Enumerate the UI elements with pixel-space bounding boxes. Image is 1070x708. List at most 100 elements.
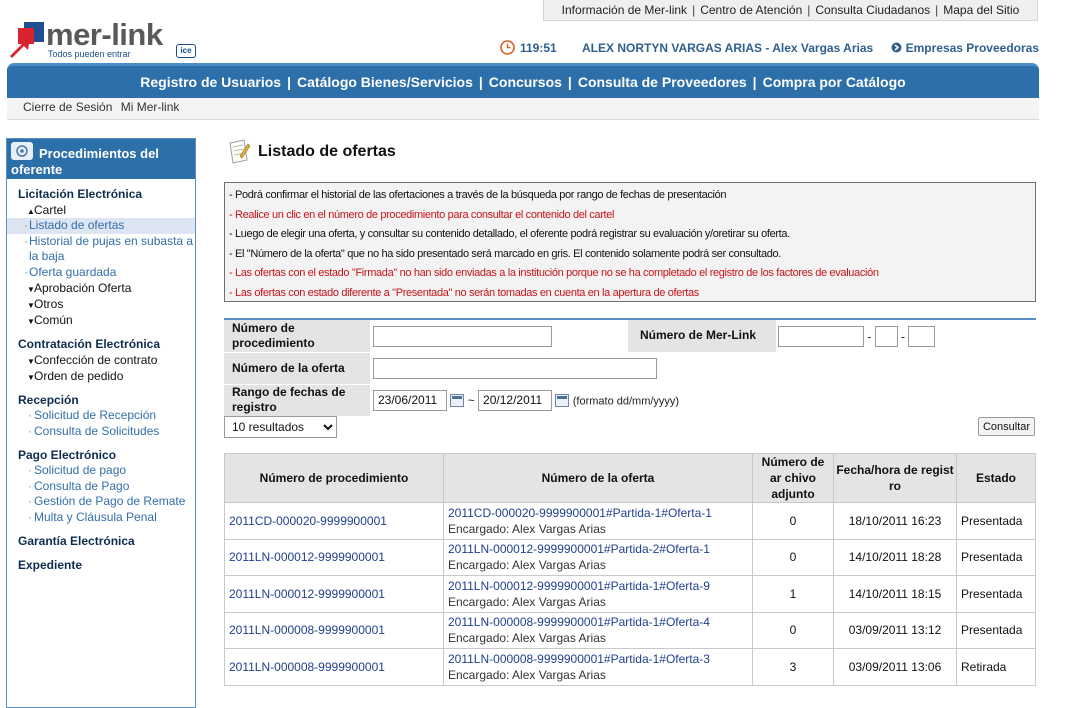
- merlink-logo[interactable]: mer-link Todos pueden entrar ice: [8, 18, 198, 64]
- estado: Presentada: [956, 575, 1036, 613]
- expand-down-icon: ▼: [27, 317, 35, 326]
- proc-input[interactable]: [373, 325, 552, 347]
- fecha-registro: 18/10/2011 16:23: [833, 502, 957, 540]
- col-header-fecha: Fecha/hora de regist ro: [833, 453, 957, 503]
- oferta-link[interactable]: 2011LN-000012-9999900001#Partida-1#Ofert…: [448, 578, 748, 594]
- sidebar-item-comun[interactable]: ▼Común: [7, 312, 195, 328]
- sidebar-section-recepcion[interactable]: Recepción: [7, 392, 195, 408]
- proc-label: Número de procedimiento: [224, 320, 370, 353]
- top-link-centro[interactable]: Centro de Atención: [700, 3, 802, 17]
- fecha-desde-input[interactable]: [373, 389, 447, 411]
- instruction-line: - Las ofertas con estado diferente a "Pr…: [229, 286, 699, 299]
- results-per-page-select[interactable]: 10 resultados: [224, 416, 337, 438]
- logo-tagline: Todos pueden entrar: [48, 49, 131, 59]
- oferta-link[interactable]: 2011LN-000012-9999900001#Partida-2#Ofert…: [448, 541, 748, 557]
- proc-link[interactable]: 2011CD-000020-9999900001: [224, 502, 444, 540]
- proc-link[interactable]: 2011LN-000008-9999900001: [224, 648, 444, 686]
- nav-compra-catalogo[interactable]: Compra por Catálogo: [763, 74, 906, 90]
- nav-catalogo[interactable]: Catálogo Bienes/Servicios: [297, 74, 473, 90]
- calendar-icon[interactable]: [450, 393, 465, 407]
- sidebar-item-confeccion[interactable]: ▼Confección de contrato: [7, 352, 195, 368]
- nav-registro-usuarios[interactable]: Registro de Usuarios: [140, 74, 281, 90]
- proc-link[interactable]: 2011LN-000012-9999900001: [224, 575, 444, 613]
- sidebar-item-cartel[interactable]: ▲Cartel: [7, 202, 195, 218]
- cierre-sesion-link[interactable]: Cierre de Sesión: [23, 100, 112, 114]
- fechas-label: Rango de fechas de registro: [224, 384, 370, 417]
- oferta-input[interactable]: [373, 357, 657, 379]
- logo-wordmark: mer-link: [46, 17, 163, 52]
- fecha-tilde: ~: [467, 393, 475, 408]
- oferta-link[interactable]: 2011LN-000008-9999900001#Partida-1#Ofert…: [448, 614, 748, 630]
- sidebar-section-expediente[interactable]: Expediente: [7, 557, 195, 573]
- fecha-registro: 14/10/2011 18:15: [833, 575, 957, 613]
- user-name: ALEX NORTYN VARGAS ARIAS - Alex Vargas A…: [582, 41, 874, 55]
- top-link-consulta[interactable]: Consulta Ciudadanos: [815, 3, 930, 17]
- oferta-link[interactable]: 2011CD-000020-9999900001#Partida-1#Ofert…: [448, 505, 748, 521]
- mi-merlink-link[interactable]: Mi Mer-link: [121, 100, 180, 114]
- instruction-line: - El "Número de la oferta" que no ha sid…: [229, 247, 781, 260]
- sidebar-section-licitacion[interactable]: Licitación Electrónica: [7, 186, 195, 202]
- ice-badge: ice: [176, 44, 196, 58]
- session-timer: 119:51: [520, 41, 557, 55]
- instruction-line: - Las ofertas con el estado "Firmada" no…: [229, 267, 879, 280]
- estado: Retirada: [956, 648, 1036, 686]
- top-link-info[interactable]: Información de Mer-link: [562, 3, 687, 17]
- sidebar-item-label: Cartel: [34, 203, 67, 217]
- sidebar-title: Procedimientos del: [39, 146, 159, 161]
- sidebar-item-multa[interactable]: Multa y Cláusula Penal: [7, 510, 195, 526]
- col-header-procedimiento: Número de procedimiento: [224, 453, 444, 503]
- top-link-mapa[interactable]: Mapa del Sitio: [943, 3, 1019, 17]
- top-link-separator: |: [935, 3, 939, 17]
- calendar-icon[interactable]: [555, 393, 570, 407]
- table-row: 2011LN-000008-9999900001 2011LN-000008-9…: [224, 611, 1036, 649]
- empresas-proveedoras-label: Empresas Proveedoras: [905, 41, 1039, 55]
- fecha-registro: 03/09/2011 13:06: [833, 648, 957, 686]
- merlink-input-2[interactable]: [874, 325, 898, 347]
- sidebar-section-pago[interactable]: Pago Electrónico: [7, 447, 195, 463]
- estado: Presentada: [956, 611, 1036, 649]
- top-links-bar: Información de Mer-link | Centro de Aten…: [543, 0, 1038, 21]
- adjuntos-count: 0: [752, 538, 834, 576]
- encargado: Encargado: Alex Vargas Arias: [448, 558, 606, 573]
- sidebar-item-listado-ofertas[interactable]: Listado de ofertas: [7, 218, 195, 234]
- oferta-label: Número de la oferta: [224, 352, 370, 385]
- adjuntos-count: 0: [752, 611, 834, 649]
- main-nav: Registro de Usuarios | Catálogo Bienes/S…: [7, 63, 1039, 98]
- sidebar-section-contratacion[interactable]: Contratación Electrónica: [7, 336, 195, 352]
- sidebar-item-gestion-remate[interactable]: Gestión de Pago de Remate: [7, 494, 195, 510]
- estado: Presentada: [956, 538, 1036, 576]
- consultar-button[interactable]: Consultar: [978, 417, 1035, 436]
- merlink-input-3[interactable]: [908, 325, 936, 347]
- sidebar-item-oferta-guardada[interactable]: Oferta guardada: [7, 265, 195, 281]
- proc-link[interactable]: 2011LN-000012-9999900001: [224, 538, 444, 576]
- sidebar-item-label: Aprobación Oferta: [34, 281, 132, 295]
- sidebar-item-otros[interactable]: ▼Otros: [7, 296, 195, 312]
- nav-consulta-proveedores[interactable]: Consulta de Proveedores: [578, 74, 747, 90]
- offers-table: Número de procedimiento Número de la ofe…: [224, 453, 1036, 686]
- oferta-link[interactable]: 2011LN-000008-9999900001#Partida-1#Ofert…: [448, 651, 748, 667]
- fecha-hasta-input[interactable]: [478, 389, 553, 411]
- table-row: 2011CD-000020-9999900001 2011CD-000020-9…: [224, 502, 1036, 540]
- clock-icon: [500, 40, 515, 55]
- instructions-box: - Podrá confirmar el historial de las of…: [224, 182, 1036, 302]
- sidebar-item-label: Común: [34, 313, 73, 327]
- instruction-line: - Realice un clic en el número de proced…: [229, 208, 615, 221]
- adjuntos-count: 1: [752, 575, 834, 613]
- sidebar-item-consulta-solicitudes[interactable]: Consulta de Solicitudes: [7, 424, 195, 440]
- sidebar-item-historial-pujas[interactable]: Historial de pujas en subasta a la baja: [7, 234, 195, 265]
- merlink-arrow-icon: [10, 22, 44, 58]
- sidebar-item-solicitud-pago[interactable]: Solicitud de pago: [7, 463, 195, 479]
- sidebar-section-garantia[interactable]: Garantía Electrónica: [7, 533, 195, 549]
- sub-nav: Cierre de Sesión Mi Mer-link: [7, 98, 1039, 120]
- sidebar-header: Procedimientos del oferente: [7, 139, 195, 179]
- sidebar-menu: Licitación Electrónica ▲Cartel Listado d…: [7, 179, 195, 573]
- table-row: 2011LN-000012-9999900001 2011LN-000012-9…: [224, 575, 1036, 613]
- sidebar-item-consulta-pago[interactable]: Consulta de Pago: [7, 479, 195, 495]
- sidebar-item-aprobacion[interactable]: ▼Aprobación Oferta: [7, 280, 195, 296]
- nav-concursos[interactable]: Concursos: [489, 74, 562, 90]
- merlink-input-1[interactable]: [778, 325, 864, 347]
- empresas-proveedoras-link[interactable]: Empresas Proveedoras: [891, 41, 1039, 55]
- sidebar-item-solicitud-recepcion[interactable]: Solicitud de Recepción: [7, 408, 195, 424]
- proc-link[interactable]: 2011LN-000008-9999900001: [224, 611, 444, 649]
- sidebar-item-orden-pedido[interactable]: ▼Orden de pedido: [7, 368, 195, 384]
